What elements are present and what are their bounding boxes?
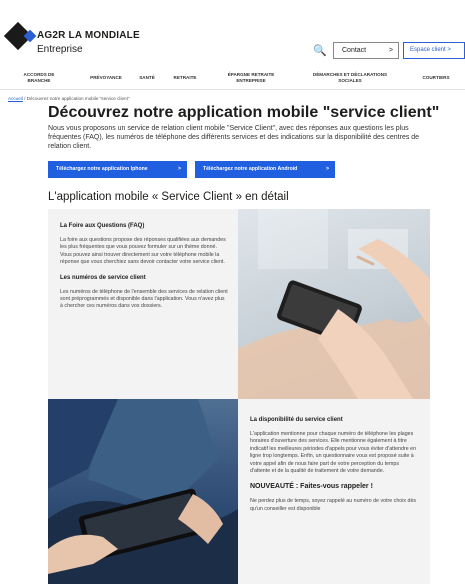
logo-icon[interactable]: [3, 21, 33, 51]
download-android-button[interactable]: Téléchargez notre application Android >: [195, 161, 335, 178]
nav-item-retraite[interactable]: RETRAITE: [170, 75, 200, 81]
faq-body: La foire aux questions propose des répon…: [60, 237, 226, 266]
download-android-label: Téléchargez notre application Android: [203, 166, 298, 172]
numbers-body: Les numéros de téléphone de l'ensemble d…: [60, 288, 228, 310]
espace-client-button[interactable]: Espace client >: [403, 42, 465, 59]
nav-item-accords[interactable]: ACCORDS DE BRANCHE: [22, 72, 56, 84]
page: AG2R LA MONDIALE Entreprise 🔍 Contact > …: [0, 0, 465, 584]
nav-item-prevoyance[interactable]: PRÉVOYANCE: [84, 75, 128, 81]
nav-item-demarches[interactable]: DÉMARCHES ET DÉCLARATIONS SOCIALES: [306, 72, 394, 84]
availability-body: L'application mentionne pour chaque numé…: [250, 431, 417, 475]
faq-title: La Foire aux Questions (FAQ): [60, 223, 145, 229]
espace-client-label: Espace client: [410, 47, 446, 53]
faq-card: La Foire aux Questions (FAQ) La foire au…: [48, 209, 238, 399]
nav-item-epargne[interactable]: ÉPARGNE RETRAITE ENTREPRISE: [218, 72, 284, 84]
site-header: AG2R LA MONDIALE Entreprise 🔍 Contact > …: [0, 0, 465, 68]
download-iphone-button[interactable]: Téléchargez notre application Iphone >: [48, 161, 187, 178]
numbers-title: Les numéros de service client: [60, 274, 146, 281]
intro-paragraph: Nous vous proposons un service de relati…: [48, 125, 420, 150]
new-feature-title: NOUVEAUTÉ : Faites-vous rappeler !: [250, 483, 373, 491]
availability-card: La disponibilité du service client L'app…: [238, 399, 430, 584]
brand-name[interactable]: AG2R LA MONDIALE: [37, 30, 140, 41]
tablet-user-photo: [48, 399, 238, 584]
smartphone-illustration: [238, 209, 430, 399]
chevron-right-icon: >: [388, 47, 393, 54]
chevron-right-icon: >: [177, 166, 181, 172]
breadcrumb-current: / Découvrez notre application mobile "se…: [24, 96, 130, 101]
breadcrumb-home-link[interactable]: Accueil: [8, 96, 23, 101]
smartphone-hands-photo: [238, 209, 430, 399]
search-icon[interactable]: 🔍: [312, 44, 328, 58]
page-title: Découvrez notre application mobile "serv…: [48, 104, 440, 121]
chevron-right-icon: >: [447, 47, 451, 53]
download-iphone-label: Téléchargez notre application Iphone: [56, 166, 148, 172]
tablet-illustration: [48, 399, 238, 584]
chevron-right-icon: >: [325, 166, 329, 172]
brand-subtitle: Entreprise: [37, 44, 83, 55]
section-title: L'application mobile « Service Client » …: [48, 191, 289, 203]
contact-button-label: Contact: [342, 47, 367, 54]
availability-title: La disponibilité du service client: [250, 417, 343, 423]
nav-item-sante[interactable]: SANTÉ: [136, 75, 158, 81]
main-nav: ACCORDS DE BRANCHE PRÉVOYANCE SANTÉ RETR…: [0, 68, 465, 90]
contact-button[interactable]: Contact >: [333, 42, 399, 59]
nav-item-courtiers[interactable]: COURTIERS: [419, 75, 453, 81]
new-feature-body: Ne perdez plus de temps, soyez rappelé a…: [250, 498, 417, 512]
breadcrumb: Accueil / Découvrez notre application mo…: [8, 96, 130, 101]
